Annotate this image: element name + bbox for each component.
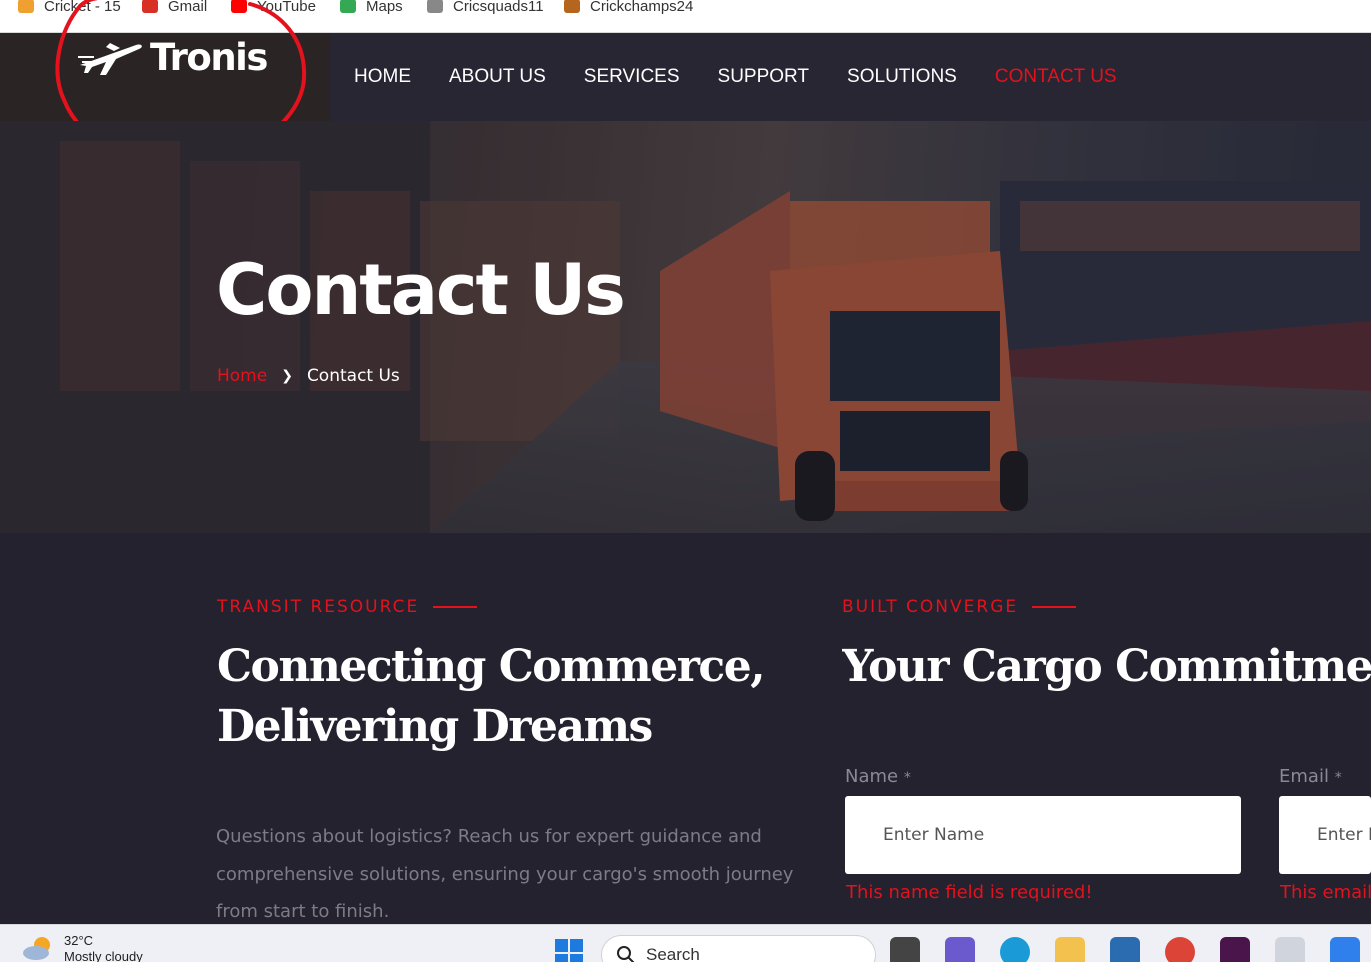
bookmark-crickchamps[interactable]: Crickchamps24 — [564, 0, 693, 19]
page-title: Contact Us — [216, 249, 626, 331]
maps-icon — [340, 0, 356, 13]
nav-home[interactable]: HOME — [354, 66, 411, 88]
teams-icon[interactable] — [945, 937, 975, 962]
bookmark-youtube[interactable]: YouTube — [231, 0, 316, 19]
windows-taskbar: 32°C Mostly cloudy Search — [0, 924, 1371, 962]
bookmark-gmail[interactable]: Gmail — [142, 0, 207, 19]
weather-temperature: 32°C — [64, 933, 94, 948]
email-label-text: Email — [1279, 766, 1329, 787]
edge-icon[interactable] — [1000, 937, 1030, 962]
breadcrumb-current: Contact Us — [306, 366, 400, 386]
notepad-icon[interactable] — [1330, 937, 1360, 962]
nav-support[interactable]: SUPPORT — [718, 66, 810, 88]
email-required-mark: * — [1334, 770, 1342, 786]
hero-banner: Contact Us Home ❯ Contact Us — [0, 121, 1371, 533]
bookmark-cricsquads[interactable]: Cricsquads11 — [427, 0, 544, 19]
left-heading-line2: Delivering Dreams — [217, 701, 653, 752]
breadcrumb-home-link[interactable]: Home — [217, 366, 267, 386]
left-tag-label: TRANSIT RESOURCE — [217, 597, 420, 617]
nav-contact-us[interactable]: CONTACT US — [995, 66, 1117, 88]
name-required-mark: * — [903, 770, 911, 786]
cloudy-weather-icon — [23, 937, 50, 960]
site-header: Tronis HOME ABOUT US SERVICES SUPPORT SO… — [0, 33, 1371, 121]
email-input[interactable] — [1279, 796, 1371, 874]
microsoft-store-icon[interactable] — [1110, 937, 1140, 962]
cricket-icon — [18, 0, 34, 13]
slack-icon[interactable] — [1220, 937, 1250, 962]
youtube-icon — [231, 0, 247, 13]
left-section-heading: Connecting Commerce, Delivering Dreams — [217, 637, 766, 757]
weather-widget[interactable]: 32°C Mostly cloudy — [22, 933, 143, 962]
tag-divider — [1032, 606, 1077, 608]
name-input[interactable] — [845, 796, 1241, 874]
bookmarks-bar: Cricket - 15 Gmail YouTube Maps Cricsqua… — [0, 0, 1371, 33]
search-label: Search — [646, 945, 700, 962]
site-logo[interactable]: Tronis — [76, 35, 268, 79]
chevron-right-icon: ❯ — [281, 368, 293, 384]
hero-background-image — [0, 121, 1371, 533]
logo-text: Tronis — [150, 35, 268, 79]
email-error-message: This email — [1280, 882, 1371, 903]
bookmark-cricket[interactable]: Cricket - 15 — [18, 0, 121, 19]
left-section-tag: TRANSIT RESOURCE — [217, 597, 478, 617]
file-explorer-icon[interactable] — [1055, 937, 1085, 962]
task-view-icon[interactable] — [890, 937, 920, 962]
gmail-icon — [142, 0, 158, 13]
tag-divider — [433, 606, 478, 608]
search-icon — [617, 946, 635, 962]
right-section-tag: BUILT CONVERGE — [842, 597, 1077, 617]
bookmark-maps[interactable]: Maps — [340, 0, 403, 19]
weather-description: Mostly cloudy — [64, 949, 143, 962]
nav-services[interactable]: SERVICES — [584, 66, 680, 88]
name-error-message: This name field is required! — [846, 882, 1093, 903]
cricsquads-icon — [427, 0, 443, 13]
main-nav: HOME ABOUT US SERVICES SUPPORT SOLUTIONS… — [354, 33, 1117, 121]
email-field-label: Email * — [1279, 766, 1342, 787]
crickchamps-icon — [564, 0, 580, 13]
nav-about-us[interactable]: ABOUT US — [449, 66, 546, 88]
name-label-text: Name — [845, 766, 899, 787]
airplane-icon — [78, 43, 142, 75]
right-section-heading: Your Cargo Commitment i — [842, 641, 1371, 692]
left-section-paragraph: Questions about logistics? Reach us for … — [216, 826, 794, 922]
logo-area: Tronis — [0, 33, 330, 121]
windows-start-icon[interactable] — [555, 939, 583, 962]
left-heading-line1: Connecting Commerce, — [217, 641, 766, 692]
snipping-tool-icon[interactable] — [1275, 937, 1305, 962]
chrome-icon[interactable] — [1165, 937, 1195, 962]
right-tag-label: BUILT CONVERGE — [842, 597, 1019, 617]
breadcrumb: Home ❯ Contact Us — [217, 366, 400, 386]
name-field-label: Name * — [845, 766, 911, 787]
nav-solutions[interactable]: SOLUTIONS — [847, 66, 957, 88]
taskbar-search[interactable]: Search — [601, 935, 876, 962]
